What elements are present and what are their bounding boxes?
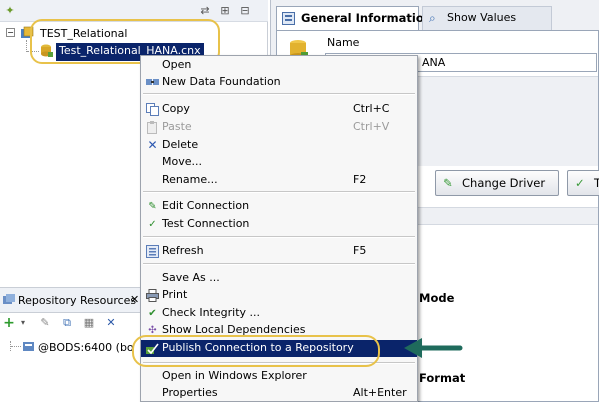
link-editor-icon[interactable]: ⇄ (198, 4, 212, 18)
expand-all-icon[interactable]: ⊞ (218, 4, 232, 18)
test-icon: ✓ (575, 176, 585, 190)
edit-connection-icon: ✎ (148, 201, 157, 212)
menu-item-edit-connection[interactable]: ✎ Edit Connection (141, 198, 417, 215)
session-item[interactable]: @BODS:6400 (bo (38, 341, 134, 354)
menu-item-refresh[interactable]: Refresh F5 (141, 243, 417, 260)
menu-item-properties[interactable]: Properties Alt+Enter (141, 385, 417, 402)
tab-repository-resources[interactable]: Repository Resources (18, 294, 136, 307)
new-item-icon[interactable]: ✦ (3, 4, 17, 18)
tab-general-information[interactable]: General Information (276, 6, 432, 30)
magnifier-icon: ⌕ (429, 11, 436, 25)
chevron-down-icon[interactable]: ▾ (16, 316, 30, 330)
menu-item-check-integrity[interactable]: ✔ Check Integrity ... (141, 305, 417, 322)
menu-item-save-as[interactable]: Save As ... (141, 270, 417, 287)
check-integrity-icon: ✔ (148, 308, 157, 319)
delete-icon: ✕ (147, 138, 158, 152)
highlight-callout (132, 335, 380, 367)
menu-item-copy[interactable]: Copy Ctrl+C (141, 101, 417, 118)
tree-expander[interactable]: − (6, 28, 15, 37)
disconnect-icon[interactable]: ✕ (104, 316, 118, 330)
menu-item-delete[interactable]: ✕ Delete (141, 137, 417, 154)
menu-item-paste[interactable]: Paste Ctrl+V (141, 119, 417, 136)
pointer-arrow-icon (404, 338, 463, 358)
menu-item-open[interactable]: Open (141, 57, 417, 74)
tab-label: Show Values (447, 11, 517, 24)
name-label: Name (327, 36, 360, 49)
print-icon (146, 289, 159, 302)
repository-session-icon (22, 340, 35, 353)
menu-item-new-data-foundation[interactable]: New Data Foundation (141, 74, 417, 91)
menu-separator (143, 236, 415, 238)
properties-icon[interactable]: ▦ (82, 316, 96, 330)
menu-item-test-connection[interactable]: ✓ Test Connection (141, 216, 417, 233)
edit-icon[interactable]: ✎ (38, 316, 52, 330)
change-driver-button[interactable]: ✎ Change Driver (435, 170, 559, 196)
menu-item-move[interactable]: Move... (141, 154, 417, 171)
tab-label: General Information (301, 11, 432, 25)
tab-show-values[interactable]: ⌕ Show Values (422, 6, 552, 30)
collapse-all-icon[interactable]: ⊟ (238, 4, 252, 18)
section-mode-heading: Mode (419, 291, 455, 305)
close-icon[interactable]: ✕ (130, 293, 139, 306)
refresh-icon (146, 245, 159, 258)
editor-tab-bar: General Information ⌕ Show Values (276, 6, 599, 30)
test-connection-button[interactable]: ✓ Te (567, 170, 599, 196)
name-value: ANA (422, 56, 446, 69)
add-session-icon[interactable]: + (2, 316, 16, 330)
paste-icon (146, 121, 159, 134)
change-driver-icon: ✎ (443, 176, 453, 190)
copy-icon (146, 103, 159, 116)
menu-item-rename[interactable]: Rename... F2 (141, 172, 417, 189)
menu-item-open-in-windows-explorer[interactable]: Open in Windows Explorer (141, 368, 417, 385)
general-information-icon (282, 12, 295, 25)
repository-icon (3, 294, 15, 306)
menu-separator (143, 263, 415, 265)
menu-separator (143, 93, 415, 95)
tree-line (11, 346, 21, 347)
menu-item-print[interactable]: Print (141, 287, 417, 304)
change-driver-label: Change Driver (462, 176, 546, 190)
section-format-heading: Format (419, 371, 466, 385)
test-label: Te (594, 176, 599, 190)
session-icon[interactable]: ⧉ (60, 316, 74, 330)
data-foundation-icon (146, 76, 159, 89)
menu-separator (143, 191, 415, 193)
test-connection-icon: ✓ (148, 219, 157, 230)
